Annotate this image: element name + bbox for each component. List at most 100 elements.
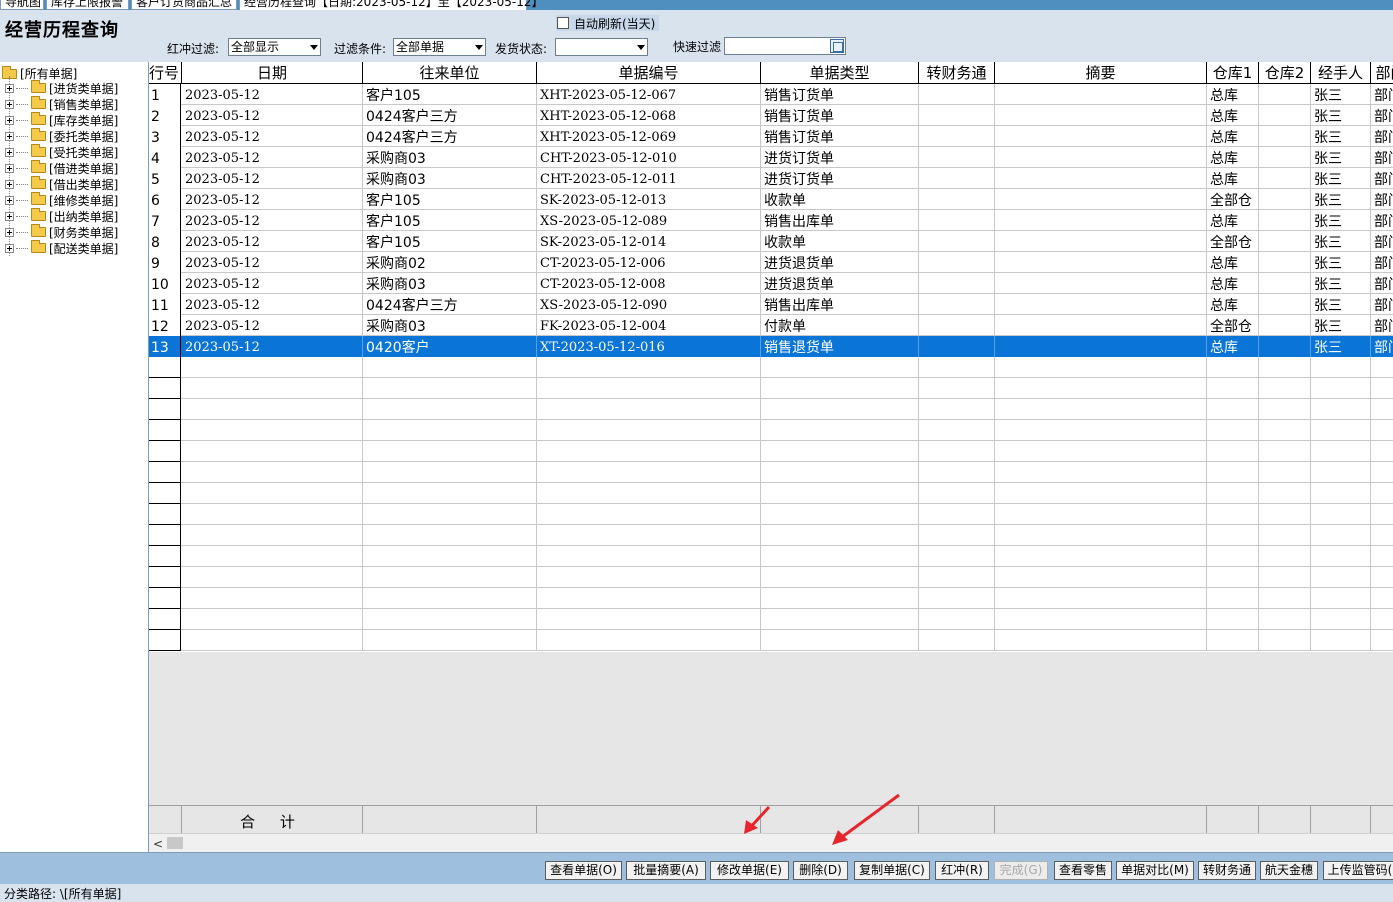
empty-table-row: [149, 462, 1393, 483]
table-row[interactable]: 1 2023-05-12 客户105 XHT-2023-05-12-067 销售订货单 总…: [149, 84, 1393, 105]
table-cell: [995, 609, 1207, 630]
table-cell: 0424客户三方: [363, 126, 537, 147]
table-cell: [995, 336, 1207, 357]
column-header[interactable]: 行号: [149, 62, 182, 84]
tree-item-category[interactable]: [委托类单据]: [5, 128, 118, 144]
tab-stock-limit-alarm[interactable]: 库存上限报警: [46, 0, 129, 10]
column-header[interactable]: 经手人: [1311, 62, 1371, 84]
expand-plus-icon[interactable]: [5, 195, 14, 205]
tree-item-category[interactable]: [出纳类单据]: [5, 208, 118, 224]
column-header[interactable]: 转财务通: [919, 62, 995, 84]
table-cell: [1207, 483, 1259, 504]
chevron-down-icon[interactable]: [470, 39, 485, 55]
redflush-filter-select[interactable]: 全部显示: [228, 38, 321, 56]
table-cell: [1371, 462, 1393, 483]
table-row[interactable]: 5 2023-05-12 采购商03 CHT-2023-05-12-011 进货订货单 总…: [149, 168, 1393, 189]
table-row[interactable]: 11 2023-05-12 0424客户三方 XS-2023-05-12-090 销售出…: [149, 294, 1393, 315]
edit-document-button[interactable]: 修改单据(E): [710, 861, 789, 880]
column-header[interactable]: 往来单位: [363, 62, 537, 84]
view-document-button[interactable]: 查看单据(O): [545, 861, 622, 880]
tree-item-category[interactable]: [借出类单据]: [5, 176, 118, 192]
expand-plus-icon[interactable]: [5, 211, 14, 221]
horizontal-scrollbar[interactable]: <: [149, 833, 1393, 852]
filter-condition-select[interactable]: 全部单据: [393, 38, 486, 56]
row-number: [149, 420, 181, 441]
empty-table-row: [149, 630, 1393, 651]
tree-item-category[interactable]: [财务类单据]: [5, 224, 118, 240]
tree-item-category[interactable]: [进货类单据]: [5, 80, 118, 96]
table-row[interactable]: 8 2023-05-12 客户105 SK-2023-05-12-014 收款单 全部仓 张…: [149, 231, 1393, 252]
ship-status-select[interactable]: [555, 38, 648, 56]
grid-total-row: 合 计: [149, 805, 1393, 834]
filter-search-icon[interactable]: [830, 39, 844, 53]
table-row[interactable]: 2 2023-05-12 0424客户三方 XHT-2023-05-12-068 销售订…: [149, 105, 1393, 126]
tab-business-history[interactable]: 经营历程查询【日期:2023-05-12】至【2023-05-12】: [239, 0, 544, 10]
tree-item-category[interactable]: [受托类单据]: [5, 144, 118, 160]
tree-connector: [16, 135, 28, 137]
chevron-down-icon[interactable]: [305, 39, 320, 55]
expand-plus-icon[interactable]: [5, 147, 14, 157]
table-cell: [1311, 378, 1371, 399]
expand-plus-icon[interactable]: [5, 227, 14, 237]
column-header[interactable]: 部门: [1371, 62, 1393, 84]
table-cell: 2023-05-12: [182, 84, 363, 105]
table-cell: [919, 588, 995, 609]
table-row[interactable]: 6 2023-05-12 客户105 SK-2023-05-12-013 收款单 全部仓 张…: [149, 189, 1393, 210]
expand-plus-icon[interactable]: [5, 163, 14, 173]
quick-filter-input[interactable]: [724, 37, 846, 55]
table-cell: [1207, 399, 1259, 420]
scroll-thumb[interactable]: [167, 837, 183, 849]
expand-plus-icon[interactable]: [5, 243, 14, 253]
delete-button[interactable]: 删除(D): [793, 861, 848, 880]
upload-supervision-code-button[interactable]: 上传监管码(: [1323, 861, 1393, 880]
table-cell: [1207, 588, 1259, 609]
table-cell: [1259, 630, 1311, 651]
column-header[interactable]: 日期: [182, 62, 363, 84]
tree-item-category[interactable]: [配送类单据]: [5, 240, 118, 256]
copy-document-button[interactable]: 复制单据(C): [854, 861, 930, 880]
auto-refresh-checkbox[interactable]: [557, 17, 569, 29]
column-header[interactable]: 摘要: [995, 62, 1207, 84]
auto-refresh-toggle[interactable]: 自动刷新(当天): [556, 15, 660, 31]
row-number: 12: [149, 315, 181, 336]
compare-documents-button[interactable]: 单据对比(M): [1116, 861, 1194, 880]
column-header[interactable]: 单据编号: [537, 62, 761, 84]
view-retail-button[interactable]: 查看零售: [1054, 861, 1112, 880]
empty-table-row: [149, 525, 1393, 546]
expand-plus-icon[interactable]: [5, 179, 14, 189]
tree-item-category[interactable]: [维修类单据]: [5, 192, 118, 208]
table-row[interactable]: 4 2023-05-12 采购商03 CHT-2023-05-12-010 进货订货单 总…: [149, 147, 1393, 168]
table-cell: [761, 588, 919, 609]
table-row[interactable]: 3 2023-05-12 0424客户三方 XHT-2023-05-12-069 销售订…: [149, 126, 1393, 147]
complete-button[interactable]: 完成(G): [994, 861, 1048, 880]
ship-status-label: 发货状态:: [495, 42, 548, 56]
red-flush-button[interactable]: 红冲(R): [935, 861, 989, 880]
tree-item-category[interactable]: [借进类单据]: [5, 160, 118, 176]
column-header[interactable]: 单据类型: [761, 62, 919, 84]
tab-customer-order-summary[interactable]: 客户订货商品汇总: [131, 0, 237, 10]
table-row[interactable]: 9 2023-05-12 采购商02 CT-2023-05-12-006 进货退货单 总库…: [149, 252, 1393, 273]
expand-plus-icon[interactable]: [5, 83, 14, 93]
column-header[interactable]: 仓库2: [1259, 62, 1311, 84]
batch-summary-button[interactable]: 批量摘要(A): [626, 861, 706, 880]
transfer-finance-button[interactable]: 转财务通: [1198, 861, 1256, 880]
tab-navigation-map[interactable]: 导航图: [0, 0, 44, 10]
expand-plus-icon[interactable]: [5, 115, 14, 125]
tree-item-category[interactable]: [销售类单据]: [5, 96, 118, 112]
total-cell-divider: [536, 806, 537, 834]
table-cell: 2023-05-12: [182, 315, 363, 336]
table-row[interactable]: 13 2023-05-12 0420客户 XT-2023-05-12-016 销售退货单…: [149, 336, 1393, 357]
scroll-left-icon[interactable]: <: [153, 838, 163, 850]
table-cell: [1207, 357, 1259, 378]
table-cell: [537, 567, 761, 588]
column-header[interactable]: 仓库1: [1207, 62, 1259, 84]
expand-plus-icon[interactable]: [5, 99, 14, 109]
table-row[interactable]: 7 2023-05-12 客户105 XS-2023-05-12-089 销售出库单 总库…: [149, 210, 1393, 231]
aerospace-jinsui-button[interactable]: 航天金穗: [1260, 861, 1318, 880]
chevron-down-icon[interactable]: [632, 39, 647, 55]
expand-plus-icon[interactable]: [5, 131, 14, 141]
tree-item-category[interactable]: [库存类单据]: [5, 112, 118, 128]
table-cell: [1311, 567, 1371, 588]
table-row[interactable]: 12 2023-05-12 采购商03 FK-2023-05-12-004 付款单 全部仓…: [149, 315, 1393, 336]
table-row[interactable]: 10 2023-05-12 采购商03 CT-2023-05-12-008 进货退货单 总…: [149, 273, 1393, 294]
